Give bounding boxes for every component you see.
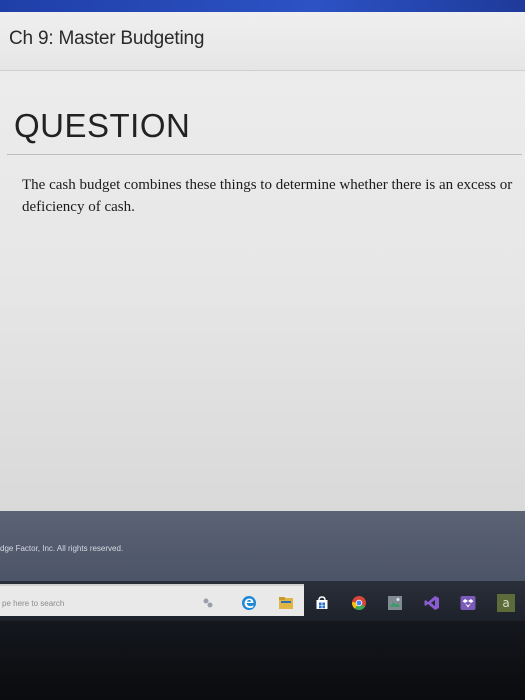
monitor-screen: Ch 9: Master Budgeting QUESTION The cash… xyxy=(0,0,525,700)
question-panel: QUESTION The cash budget combines these … xyxy=(0,71,525,511)
footer-band: dge Factor, Inc. All rights reserved. xyxy=(0,511,525,581)
task-view-icon[interactable] xyxy=(200,595,216,611)
visual-studio-icon[interactable] xyxy=(424,595,440,611)
question-heading: QUESTION xyxy=(14,107,191,144)
question-text: The cash budget combines these things to… xyxy=(22,177,513,215)
heading-divider xyxy=(7,154,522,155)
photo-app-icon[interactable] xyxy=(387,595,403,611)
app-header: Ch 9: Master Budgeting xyxy=(0,12,525,71)
monitor-bezel xyxy=(0,621,525,700)
dropbox-icon[interactable] xyxy=(460,595,476,611)
taskbar-search-box[interactable] xyxy=(0,584,304,616)
taskbar-search-input[interactable] xyxy=(0,596,262,610)
window-top-bar xyxy=(0,0,525,12)
taskbar: a xyxy=(0,581,525,621)
copyright-notice: dge Factor, Inc. All rights reserved. xyxy=(0,544,124,553)
chrome-icon[interactable] xyxy=(351,595,367,611)
file-explorer-icon[interactable] xyxy=(278,595,294,611)
store-icon[interactable] xyxy=(314,595,330,611)
app-icon[interactable]: a xyxy=(497,594,515,612)
chapter-title: Ch 9: Master Budgeting xyxy=(9,28,205,49)
edge-browser-icon[interactable] xyxy=(241,595,257,611)
